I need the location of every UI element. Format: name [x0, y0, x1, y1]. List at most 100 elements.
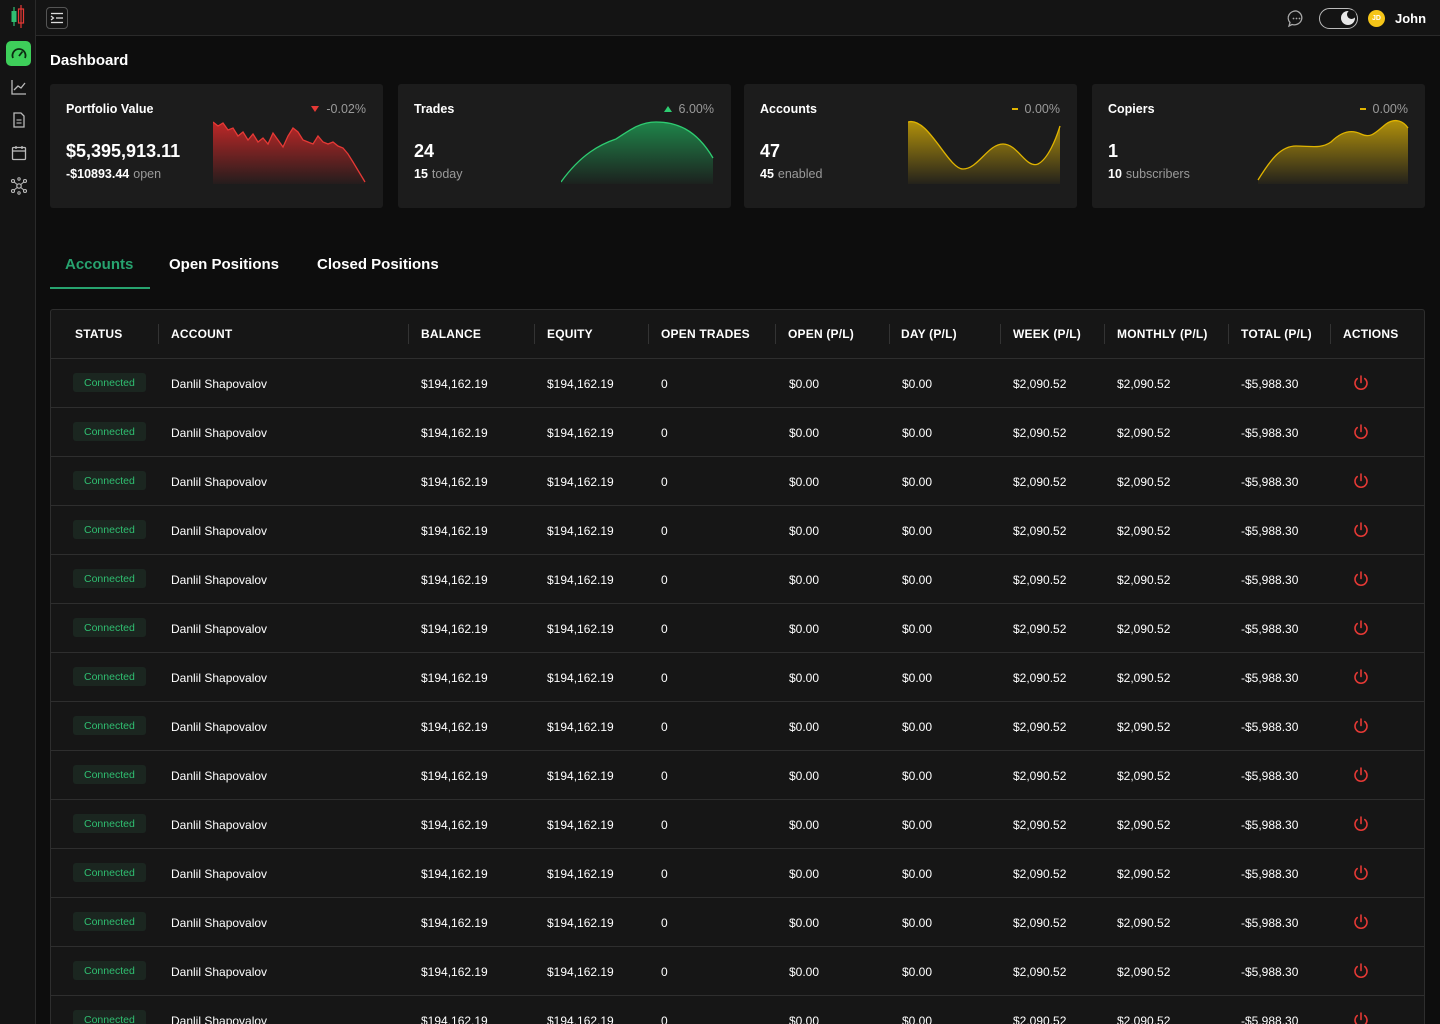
chat-bubble-icon[interactable] — [1287, 9, 1306, 28]
day-pl-cell: $0.00 — [902, 622, 933, 636]
power-icon[interactable] — [1352, 619, 1370, 637]
monthly-pl-cell: $2,090.52 — [1117, 1014, 1171, 1024]
network-icon — [10, 176, 27, 195]
balance-cell: $194,162.19 — [421, 622, 488, 636]
power-icon[interactable] — [1352, 913, 1370, 931]
column-header-balance[interactable]: BALANCE — [421, 327, 481, 341]
power-icon[interactable] — [1352, 472, 1370, 490]
sparkline-trades — [561, 121, 714, 184]
power-icon[interactable] — [1352, 766, 1370, 784]
nav-dashboard[interactable] — [6, 41, 31, 66]
monthly-pl-cell: $2,090.52 — [1117, 867, 1171, 881]
week-pl-cell: $2,090.52 — [1013, 524, 1067, 538]
equity-cell: $194,162.19 — [547, 622, 614, 636]
column-header-day-pl[interactable]: DAY (P/L) — [901, 327, 957, 341]
column-header-account[interactable]: ACCOUNT — [171, 327, 232, 341]
power-icon[interactable] — [1352, 521, 1370, 539]
equity-cell: $194,162.19 — [547, 524, 614, 538]
tab-open-positions[interactable]: Open Positions — [169, 256, 279, 273]
monthly-pl-cell: $2,090.52 — [1117, 622, 1171, 636]
nav-documents[interactable] — [6, 107, 31, 132]
table-row[interactable]: Connected Danlil Shapovalov $194,162.19 $19… — [51, 751, 1424, 800]
balance-cell: $194,162.19 — [421, 818, 488, 832]
table-row[interactable]: Connected Danlil Shapovalov $194,162.19 $19… — [51, 506, 1424, 555]
equity-cell: $194,162.19 — [547, 671, 614, 685]
status-badge: Connected — [73, 765, 146, 784]
power-icon[interactable] — [1352, 374, 1370, 392]
equity-cell: $194,162.19 — [547, 573, 614, 587]
total-pl-cell: -$5,988.30 — [1241, 524, 1299, 538]
power-icon[interactable] — [1352, 962, 1370, 980]
total-pl-cell: -$5,988.30 — [1241, 916, 1299, 930]
open-trades-cell: 0 — [661, 916, 668, 930]
table-row[interactable]: Connected Danlil Shapovalov $194,162.19 $19… — [51, 947, 1424, 996]
menu-toggle-button[interactable] — [46, 7, 68, 29]
open-pl-cell: $0.00 — [789, 818, 820, 832]
column-header-actions: ACTIONS — [1343, 327, 1399, 341]
day-pl-cell: $0.00 — [902, 573, 933, 587]
column-header-open-pl[interactable]: OPEN (P/L) — [788, 327, 854, 341]
power-icon[interactable] — [1352, 570, 1370, 588]
table-row[interactable]: Connected Danlil Shapovalov $194,162.19 $19… — [51, 849, 1424, 898]
card-value: 24 — [414, 141, 435, 161]
table-row[interactable]: Connected Danlil Shapovalov $194,162.19 $19… — [51, 359, 1424, 408]
column-header-equity[interactable]: EQUITY — [547, 327, 593, 341]
topbar: JD John — [36, 0, 1440, 36]
card-title: Copiers — [1108, 102, 1155, 116]
power-icon[interactable] — [1352, 717, 1370, 735]
tab-accounts[interactable]: Accounts — [65, 256, 133, 273]
candlestick-logo-icon[interactable] — [8, 4, 28, 30]
power-icon[interactable] — [1352, 864, 1370, 882]
table-row[interactable]: Connected Danlil Shapovalov $194,162.19 $19… — [51, 457, 1424, 506]
power-icon[interactable] — [1352, 668, 1370, 686]
equity-cell: $194,162.19 — [547, 916, 614, 930]
status-badge: Connected — [73, 961, 146, 980]
table-row[interactable]: Connected Danlil Shapovalov $194,162.19 $19… — [51, 555, 1424, 604]
balance-cell: $194,162.19 — [421, 573, 488, 587]
nav-network[interactable] — [6, 173, 31, 198]
avatar[interactable]: JD — [1368, 10, 1385, 27]
tab-closed-positions[interactable]: Closed Positions — [317, 256, 439, 273]
week-pl-cell: $2,090.52 — [1013, 1014, 1067, 1024]
account-name: Danlil Shapovalov — [171, 671, 268, 685]
column-header-open-trades[interactable]: OPEN TRADES — [661, 327, 750, 341]
column-header-week-pl[interactable]: WEEK (P/L) — [1013, 327, 1081, 341]
open-pl-cell: $0.00 — [789, 1014, 820, 1024]
nav-calendar[interactable] — [6, 140, 31, 165]
table-row[interactable]: Connected Danlil Shapovalov $194,162.19 $19… — [51, 898, 1424, 947]
day-pl-cell: $0.00 — [902, 720, 933, 734]
status-badge: Connected — [73, 667, 146, 686]
total-pl-cell: -$5,988.30 — [1241, 769, 1299, 783]
power-icon[interactable] — [1352, 423, 1370, 441]
open-trades-cell: 0 — [661, 965, 668, 979]
column-header-status[interactable]: STATUS — [75, 327, 122, 341]
table-row[interactable]: Connected Danlil Shapovalov $194,162.19 $19… — [51, 408, 1424, 457]
open-pl-cell: $0.00 — [789, 867, 820, 881]
balance-cell: $194,162.19 — [421, 916, 488, 930]
power-icon[interactable] — [1352, 1011, 1370, 1024]
power-icon[interactable] — [1352, 815, 1370, 833]
open-pl-cell: $0.00 — [789, 622, 820, 636]
open-pl-cell: $0.00 — [789, 573, 820, 587]
table-row[interactable]: Connected Danlil Shapovalov $194,162.19 $19… — [51, 604, 1424, 653]
status-badge: Connected — [73, 716, 146, 735]
table-row[interactable]: Connected Danlil Shapovalov $194,162.19 $19… — [51, 800, 1424, 849]
open-pl-cell: $0.00 — [789, 965, 820, 979]
table-row[interactable]: Connected Danlil Shapovalov $194,162.19 $19… — [51, 702, 1424, 751]
status-badge: Connected — [73, 1010, 146, 1024]
nav-analytics[interactable] — [6, 74, 31, 99]
status-badge: Connected — [73, 863, 146, 882]
trend-down-icon — [311, 106, 320, 112]
monthly-pl-cell: $2,090.52 — [1117, 475, 1171, 489]
day-pl-cell: $0.00 — [902, 524, 933, 538]
accounts-table: STATUS ACCOUNT BALANCE EQUITY OPEN TRADE… — [50, 309, 1425, 1024]
account-name: Danlil Shapovalov — [171, 769, 268, 783]
monthly-pl-cell: $2,090.52 — [1117, 769, 1171, 783]
column-header-total-pl[interactable]: TOTAL (P/L) — [1241, 327, 1312, 341]
column-header-monthly-pl[interactable]: MONTHLY (P/L) — [1117, 327, 1208, 341]
user-name[interactable]: John — [1395, 11, 1426, 26]
table-row[interactable]: Connected Danlil Shapovalov $194,162.19 $19… — [51, 653, 1424, 702]
theme-toggle-icon — [1341, 10, 1356, 25]
table-row[interactable]: Connected Danlil Shapovalov $194,162.19 $19… — [51, 996, 1424, 1024]
theme-toggle[interactable] — [1319, 8, 1358, 29]
